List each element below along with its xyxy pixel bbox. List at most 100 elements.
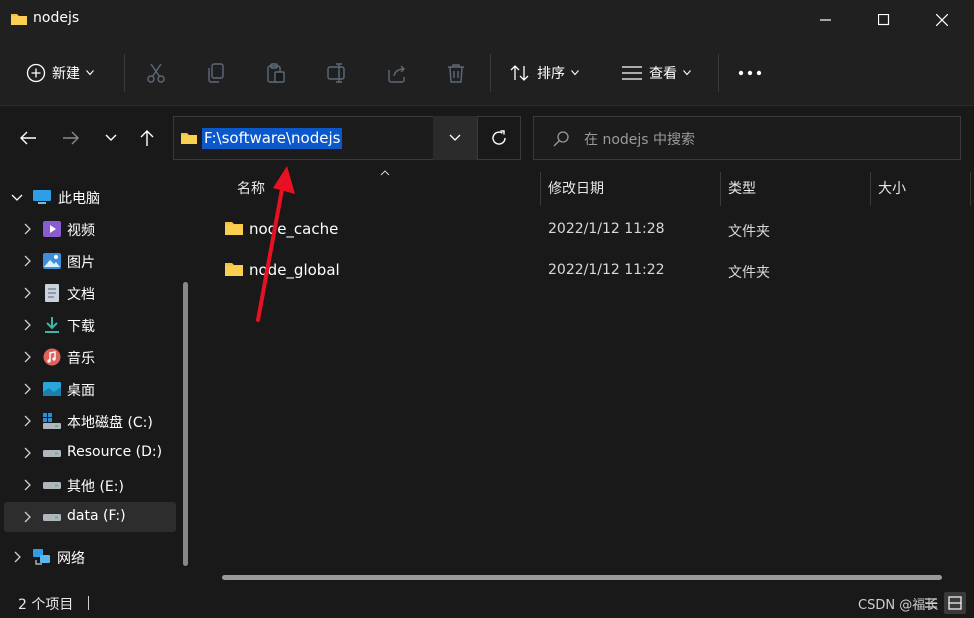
arrow-right-icon	[63, 131, 79, 145]
column-header-modified[interactable]: 修改日期	[548, 178, 604, 198]
column-header-type[interactable]: 类型	[728, 178, 756, 198]
sidebar-item-desktop[interactable]: 桌面	[4, 374, 176, 404]
chevron-down-icon	[11, 194, 23, 201]
sidebar-item-music[interactable]: 音乐	[4, 342, 176, 372]
sidebar-item-downloads[interactable]: 下载	[4, 310, 176, 340]
chevron-down-icon	[86, 70, 94, 76]
network-icon	[33, 549, 50, 565]
column-divider[interactable]	[870, 172, 871, 206]
file-modified: 2022/1/12 11:28	[548, 221, 665, 237]
computer-icon	[33, 190, 51, 204]
paste-icon	[267, 63, 285, 83]
sidebar-item-videos[interactable]: 视频	[4, 214, 176, 244]
sidebar-item-drive-d[interactable]: Resource (D:)	[4, 438, 176, 468]
column-divider[interactable]	[540, 172, 541, 206]
toolbar-divider	[718, 54, 719, 92]
sort-icon	[510, 65, 529, 81]
maximize-button[interactable]	[855, 0, 913, 40]
more-icon	[738, 70, 762, 76]
new-label: 新建	[52, 66, 80, 82]
chevron-right-icon	[14, 551, 21, 563]
sidebar-item-drive-c[interactable]: 本地磁盘 (C:)	[4, 406, 176, 436]
sidebar-item-label: Resource (D:)	[67, 444, 163, 460]
copy-button[interactable]	[206, 58, 226, 88]
chevron-right-icon	[24, 351, 31, 363]
download-icon	[45, 317, 59, 333]
item-count: 2 个项目	[18, 597, 74, 613]
delete-button[interactable]	[446, 58, 466, 88]
music-icon	[43, 348, 61, 366]
cut-button[interactable]	[146, 58, 166, 88]
video-icon	[43, 221, 61, 237]
rename-button[interactable]	[326, 58, 348, 88]
file-list-scrollbar[interactable]	[222, 575, 942, 580]
desktop-icon	[43, 382, 61, 396]
chevron-right-icon	[24, 447, 31, 459]
sidebar-item-label: 其他 (E:)	[67, 479, 124, 495]
minimize-button[interactable]	[797, 0, 855, 40]
file-type: 文件夹	[728, 265, 770, 281]
paste-button[interactable]	[266, 58, 286, 88]
navigation-pane: 此电脑 视频 图片 文档 下载 音乐 桌面 本地磁盘 (C:) Resource…	[0, 170, 190, 588]
address-path[interactable]: F:\software\nodejs	[202, 128, 343, 149]
tiles-view-button[interactable]	[944, 592, 966, 614]
sidebar-item-documents[interactable]: 文档	[4, 278, 176, 308]
column-divider[interactable]	[720, 172, 721, 206]
chevron-down-icon	[571, 70, 579, 76]
column-divider[interactable]	[970, 172, 971, 206]
view-button[interactable]: 查看	[621, 58, 691, 88]
close-button[interactable]	[913, 0, 971, 40]
search-placeholder: 在 nodejs 中搜索	[584, 132, 696, 148]
annotation-arrow	[256, 166, 295, 322]
sidebar-item-drive-f[interactable]: data (F:)	[4, 502, 176, 532]
refresh-icon	[492, 130, 506, 145]
sidebar-item-label: 下载	[67, 319, 95, 335]
chevron-right-icon	[24, 223, 31, 235]
plus-circle-icon	[26, 63, 46, 83]
details-view-icon	[925, 598, 937, 608]
sidebar-item-network[interactable]: 网络	[4, 542, 176, 572]
share-button[interactable]	[386, 58, 408, 88]
search-box[interactable]: 在 nodejs 中搜索	[533, 116, 961, 160]
file-list: 名称 修改日期 类型 大小 node_cache 2022/1/12 11:28…	[200, 170, 974, 588]
forward-button[interactable]	[56, 124, 86, 152]
chevron-right-icon	[24, 319, 31, 331]
sort-ascending-icon	[380, 170, 390, 176]
more-button[interactable]	[738, 58, 762, 88]
maximize-icon	[878, 14, 890, 26]
chevron-right-icon	[24, 479, 31, 491]
pictures-icon	[43, 253, 61, 269]
sidebar-item-label: 桌面	[67, 383, 95, 399]
new-button[interactable]: 新建	[26, 58, 94, 88]
drive-icon	[43, 450, 61, 457]
close-icon	[936, 14, 948, 26]
chevron-right-icon	[24, 511, 31, 523]
copy-icon	[208, 63, 224, 83]
sidebar-item-this-pc[interactable]: 此电脑	[4, 182, 176, 212]
chevron-right-icon	[24, 383, 31, 395]
drive-icon	[43, 514, 61, 521]
sidebar-item-drive-e[interactable]: 其他 (E:)	[4, 470, 176, 500]
sidebar-item-pictures[interactable]: 图片	[4, 246, 176, 276]
rename-icon	[327, 63, 345, 83]
chevron-down-icon	[449, 134, 461, 141]
column-header-size[interactable]: 大小	[878, 178, 906, 198]
command-bar: 新建 排序 查看	[0, 40, 974, 106]
view-label: 查看	[649, 66, 677, 82]
share-icon	[388, 65, 405, 83]
up-button[interactable]	[132, 124, 162, 152]
window-title: nodejs	[33, 10, 80, 26]
address-history-button[interactable]	[433, 116, 477, 160]
sidebar-scrollbar[interactable]	[183, 282, 188, 566]
arrow-left-icon	[20, 131, 36, 145]
refresh-button[interactable]	[477, 116, 521, 160]
back-button[interactable]	[13, 124, 43, 152]
sort-button[interactable]: 排序	[509, 58, 579, 88]
scissors-icon	[147, 63, 165, 83]
chevron-down-icon	[683, 70, 691, 76]
recent-locations-button[interactable]	[96, 124, 126, 152]
sidebar-item-label: 网络	[57, 551, 85, 567]
file-modified: 2022/1/12 11:22	[548, 262, 665, 278]
details-view-button[interactable]	[920, 592, 942, 614]
address-bar[interactable]: F:\software\nodejs	[173, 116, 477, 160]
